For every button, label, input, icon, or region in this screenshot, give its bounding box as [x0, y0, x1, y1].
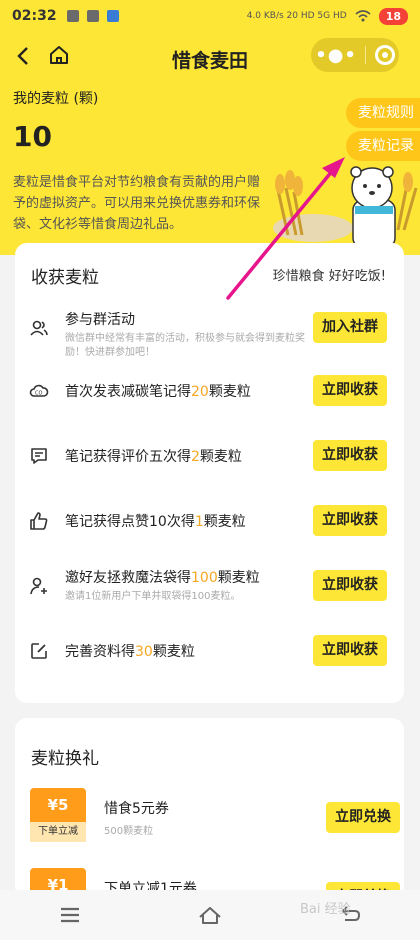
battery-badge: 18 — [378, 7, 408, 25]
group-icon — [30, 320, 48, 336]
capsule-divider — [365, 46, 367, 64]
task-title: 首次发表减碳笔记得20颗麦粒 — [65, 384, 251, 400]
coupon-badge: ¥5 下单立减 — [30, 788, 86, 848]
status-bar: 02:32 4.0 KB/s 20 HD 5G HD 18 — [0, 0, 420, 32]
harvest-card: 收获麦粒 珍惜粮食 好好吃饭! 参与群活动 微信群中经常有丰富的活动，积极参与就… — [15, 243, 404, 703]
harvest-now-button[interactable]: 立即收获 — [313, 440, 387, 471]
menu-icon[interactable] — [57, 903, 83, 927]
network-speed: 4.0 KB/s 20 HD 5G HD — [246, 11, 347, 21]
more-icon[interactable]: •●• — [315, 45, 357, 66]
task-row: 笔记获得评价五次得2颗麦粒 立即收获 — [15, 431, 404, 481]
harvest-now-button[interactable]: 立即收获 — [313, 635, 387, 666]
system-nav-bar — [0, 890, 420, 940]
add-user-icon — [30, 577, 47, 595]
coupon-item: ¥5 下单立减 惜食5元券 500颗麦粒 立即兑换 — [30, 788, 400, 853]
wifi-icon — [355, 10, 371, 22]
task-title: 参与群活动 — [65, 312, 135, 328]
app-notification-icon — [66, 10, 79, 22]
mascot-illustration — [273, 166, 418, 249]
thumbs-up-icon — [30, 512, 48, 530]
nav-bar: 惜食麦田 •●• — [0, 32, 420, 82]
redeem-button[interactable]: 立即兑换 — [326, 802, 400, 833]
task-title: 邀好友拯救魔法袋得100颗麦粒 — [65, 570, 260, 586]
points-label: 我的麦粒 (颗) — [13, 91, 99, 107]
harvest-now-button[interactable]: 立即收获 — [313, 505, 387, 536]
harvest-title: 收获麦粒 — [31, 268, 99, 288]
points-description: 麦粒是惜食平台对节约粮食有贡献的用户赠予的虚拟资产。可以用来兑换优惠券和环保袋、… — [13, 175, 261, 232]
exchange-card: 麦粒换礼 ¥5 下单立减 惜食5元券 500颗麦粒 立即兑换 ¥1 下单立减1元… — [15, 718, 404, 913]
task-subtitle: 邀请1位新用户下单并取袋得100麦粒。 — [65, 591, 241, 602]
close-mini-program-icon[interactable] — [374, 45, 395, 65]
home-nav-icon[interactable] — [197, 903, 223, 927]
status-notification-icons — [66, 10, 119, 22]
harvest-now-button[interactable]: 立即收获 — [313, 375, 387, 406]
edit-icon — [31, 643, 47, 659]
svg-text:CO: CO — [35, 391, 42, 397]
coupon-name: 惜食5元券 — [104, 801, 169, 817]
status-time: 02:32 — [12, 8, 57, 24]
comment-icon — [31, 448, 47, 464]
task-title: 完善资料得30颗麦粒 — [65, 644, 195, 660]
task-row: 邀好友拯救魔法袋得100颗麦粒 邀请1位新用户下单并取袋得100麦粒。 立即收获 — [15, 561, 404, 611]
harvest-slogan: 珍惜粮食 好好吃饭! — [272, 269, 386, 284]
status-right: 4.0 KB/s 20 HD 5G HD 18 — [246, 7, 408, 25]
coupon-badge-label: 下单立减 — [30, 822, 86, 842]
task-row: CO 首次发表减碳笔记得20颗麦粒 立即收获 — [15, 366, 404, 416]
app-notification-icon — [106, 10, 119, 22]
task-row: 笔记获得点赞10次得1颗麦粒 立即收获 — [15, 496, 404, 546]
coupon-price: 500颗麦粒 — [104, 826, 154, 837]
watermark: Bai 经验 — [300, 902, 351, 917]
join-group-button[interactable]: 加入社群 — [313, 312, 387, 343]
mini-program-capsule: •●• — [311, 38, 399, 72]
points-value: 10 — [13, 120, 52, 153]
app-notification-icon — [86, 10, 99, 22]
task-title: 笔记获得评价五次得2颗麦粒 — [65, 449, 242, 465]
harvest-now-button[interactable]: 立即收获 — [313, 570, 387, 601]
task-row: 完善资料得30颗麦粒 立即收获 — [15, 626, 404, 676]
exchange-title: 麦粒换礼 — [31, 749, 99, 769]
task-title: 笔记获得点赞10次得1颗麦粒 — [65, 514, 246, 530]
task-row: 参与群活动 微信群中经常有丰富的活动，积极参与就会得到麦粒奖励！快进群参加吧！ … — [15, 303, 404, 358]
points-rules-button[interactable]: 麦粒规则 — [346, 98, 420, 128]
coupon-value: ¥5 — [30, 788, 86, 822]
co2-cloud-icon: CO — [29, 384, 49, 397]
task-subtitle: 微信群中经常有丰富的活动，积极参与就会得到麦粒奖励！快进群参加吧！ — [65, 333, 305, 358]
